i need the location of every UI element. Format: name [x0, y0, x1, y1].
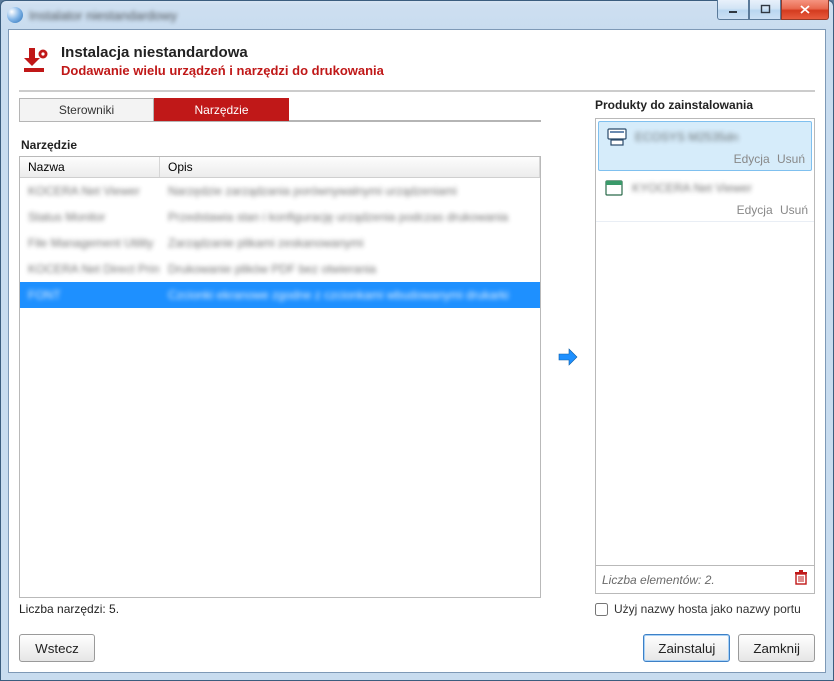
app-icon — [602, 177, 626, 199]
table-body: KOCERA Net Viewer Narzędzie zarządzania … — [20, 178, 540, 597]
close-dialog-button[interactable]: Zamknij — [738, 634, 815, 662]
table-row[interactable]: Status Monitor Przedstawia stan i konfig… — [20, 204, 540, 230]
trash-icon[interactable] — [794, 570, 808, 589]
edit-link[interactable]: Edycja — [737, 203, 773, 217]
product-item[interactable]: ECOSYS M2535dn Edycja Usuń — [598, 121, 812, 171]
table-header: Nazwa Opis — [20, 157, 540, 178]
tabs: Sterowniki Narzędzie — [19, 98, 541, 122]
install-button[interactable]: Zainstaluj — [643, 634, 730, 662]
window-title: Instalator niestandardowy — [29, 8, 827, 23]
content: Instalacja niestandardowa Dodawanie wiel… — [19, 40, 815, 662]
hostname-checkbox[interactable] — [595, 603, 608, 616]
edit-link[interactable]: Edycja — [734, 152, 770, 166]
printer-icon — [605, 126, 629, 148]
product-name: KYOCERA Net Viewer — [632, 181, 808, 195]
tab-drivers[interactable]: Sterowniki — [19, 98, 154, 121]
app-icon — [7, 7, 23, 23]
hostname-checkbox-row[interactable]: Użyj nazwy hosta jako nazwy portu — [595, 602, 815, 616]
product-item[interactable]: KYOCERA Net Viewer Edycja Usuń — [596, 173, 814, 222]
window-controls — [717, 0, 829, 20]
remove-link[interactable]: Usuń — [777, 152, 805, 166]
window: Instalator niestandardowy — [0, 0, 834, 681]
header-titles: Instalacja niestandardowa Dodawanie wiel… — [61, 44, 384, 78]
minimize-button[interactable] — [717, 0, 749, 20]
remove-link[interactable]: Usuń — [780, 203, 808, 217]
left-pane: Sterowniki Narzędzie Narzędzie Nazwa Opi… — [19, 98, 541, 616]
add-arrow[interactable] — [553, 347, 583, 367]
footer: Wstecz Zainstaluj Zamknij — [19, 616, 815, 662]
tools-count: Liczba narzędzi: 5. — [19, 602, 541, 616]
table-row[interactable]: KOCERA Net Direct Print Drukowanie plikó… — [20, 256, 540, 282]
products-title: Produkty do zainstalowania — [595, 98, 815, 112]
maximize-button[interactable] — [749, 0, 781, 20]
install-icon — [21, 46, 51, 74]
table-row[interactable]: File Management Utility Zarządzanie plik… — [20, 230, 540, 256]
col-desc[interactable]: Opis — [160, 157, 540, 177]
table-row[interactable]: FONT Czcionki ekranowe zgodne z czcionka… — [20, 282, 540, 308]
summary-text: Liczba elementów: 2. — [602, 573, 794, 587]
col-name[interactable]: Nazwa — [20, 157, 160, 177]
right-pane: Produkty do zainstalowania ECOSYS M2535d… — [595, 98, 815, 616]
table-row[interactable]: KOCERA Net Viewer Narzędzie zarządzania … — [20, 178, 540, 204]
titlebar: Instalator niestandardowy — [1, 1, 833, 29]
products-summary: Liczba elementów: 2. — [595, 566, 815, 594]
hostname-label: Użyj nazwy hosta jako nazwy portu — [614, 602, 801, 616]
close-button[interactable] — [781, 0, 829, 20]
client-area: Instalacja niestandardowa Dodawanie wiel… — [8, 29, 826, 673]
back-button[interactable]: Wstecz — [19, 634, 95, 662]
tab-tools[interactable]: Narzędzie — [154, 98, 289, 121]
body: Sterowniki Narzędzie Narzędzie Nazwa Opi… — [19, 98, 815, 616]
page-subtitle: Dodawanie wielu urządzeń i narzędzi do d… — [61, 63, 384, 78]
product-name: ECOSYS M2535dn — [635, 130, 805, 144]
page-title: Instalacja niestandardowa — [61, 44, 384, 61]
section-label: Narzędzie — [21, 138, 541, 152]
tools-table: Nazwa Opis KOCERA Net Viewer Narzędzie z… — [19, 156, 541, 598]
product-list: ECOSYS M2535dn Edycja Usuń — [595, 118, 815, 566]
page-header: Instalacja niestandardowa Dodawanie wiel… — [19, 40, 815, 92]
